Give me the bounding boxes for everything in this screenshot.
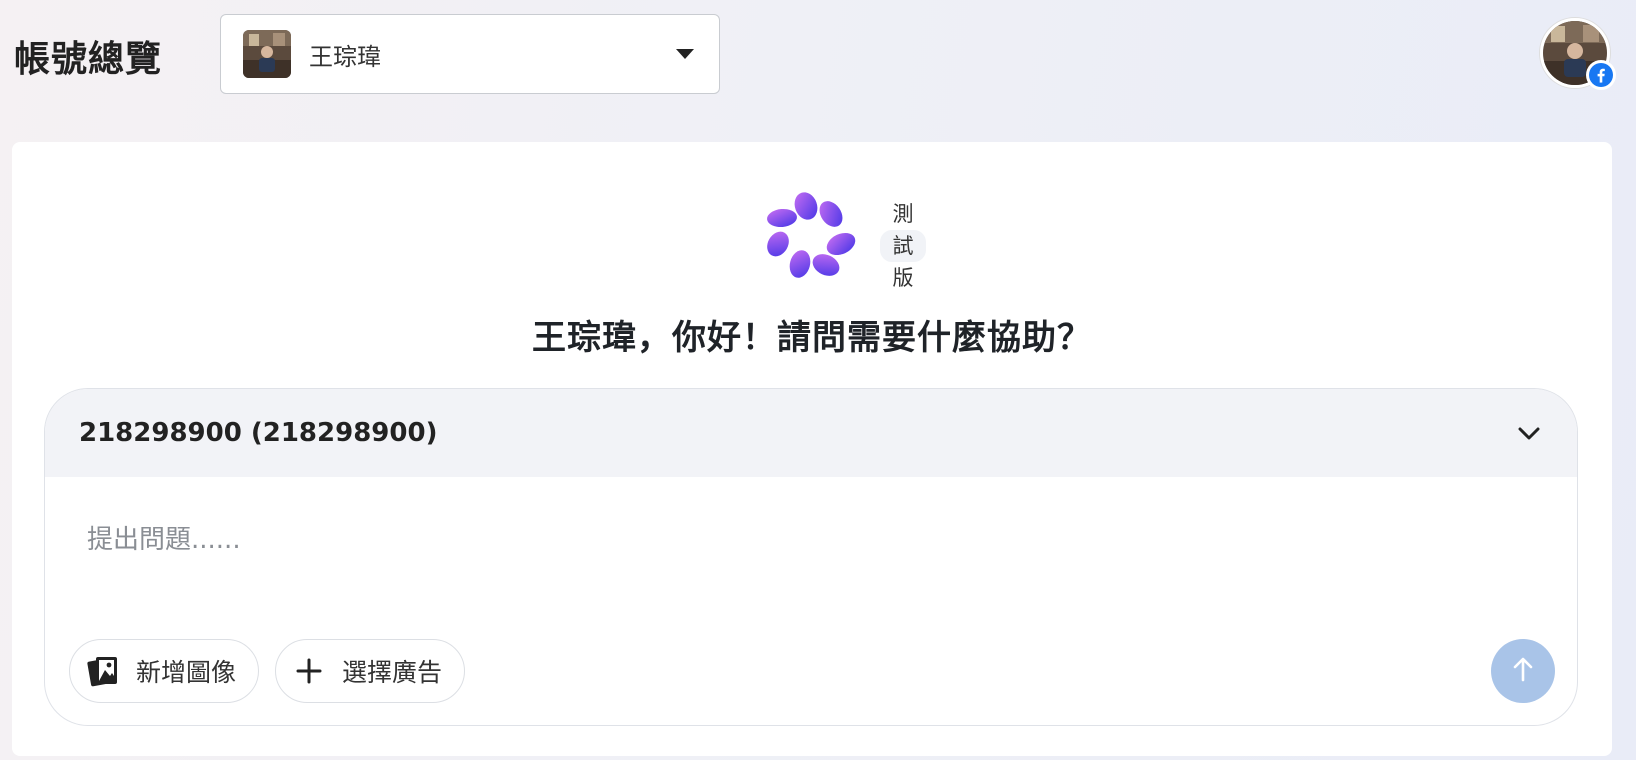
arrow-up-icon [1512,656,1534,686]
question-input[interactable] [45,477,1577,587]
plus-icon [292,654,326,688]
select-ad-button[interactable]: 選擇廣告 [275,639,466,703]
caret-down-icon [673,42,697,66]
greeting-heading: 王琮瑋，你好！請問需要什麼協助？ [532,318,1092,358]
profile-menu[interactable] [1540,18,1616,90]
images-icon [86,654,120,688]
page-title: 帳號總覽 [14,39,163,80]
account-thumbnail [243,30,291,78]
composer-actions: 新增圖像 選擇廣告 [69,639,466,703]
beta-char: 試 [880,230,926,262]
beta-badge: 測 試 版 [880,198,926,294]
select-ad-label: 選擇廣告 [342,658,443,687]
ad-account-label: 218298900 (218298900) [79,418,438,448]
beta-char: 測 [892,202,914,226]
facebook-icon [1586,60,1616,90]
add-image-label: 新增圖像 [136,658,237,687]
ad-account-dropdown[interactable]: 218298900 (218298900) [45,389,1577,477]
assistant-panel: 測 試 版 王琮瑋，你好！請問需要什麼協助？ 218298900 (218298… [12,142,1612,756]
account-selector[interactable]: 王琮瑋 [220,14,720,94]
add-image-button[interactable]: 新增圖像 [69,639,260,703]
chevron-down-icon [1515,419,1543,447]
account-name: 王琮瑋 [309,42,381,71]
chat-composer: 218298900 (218298900) 新增圖像 [44,388,1578,726]
beta-char: 版 [892,266,914,290]
send-button[interactable] [1491,639,1555,703]
